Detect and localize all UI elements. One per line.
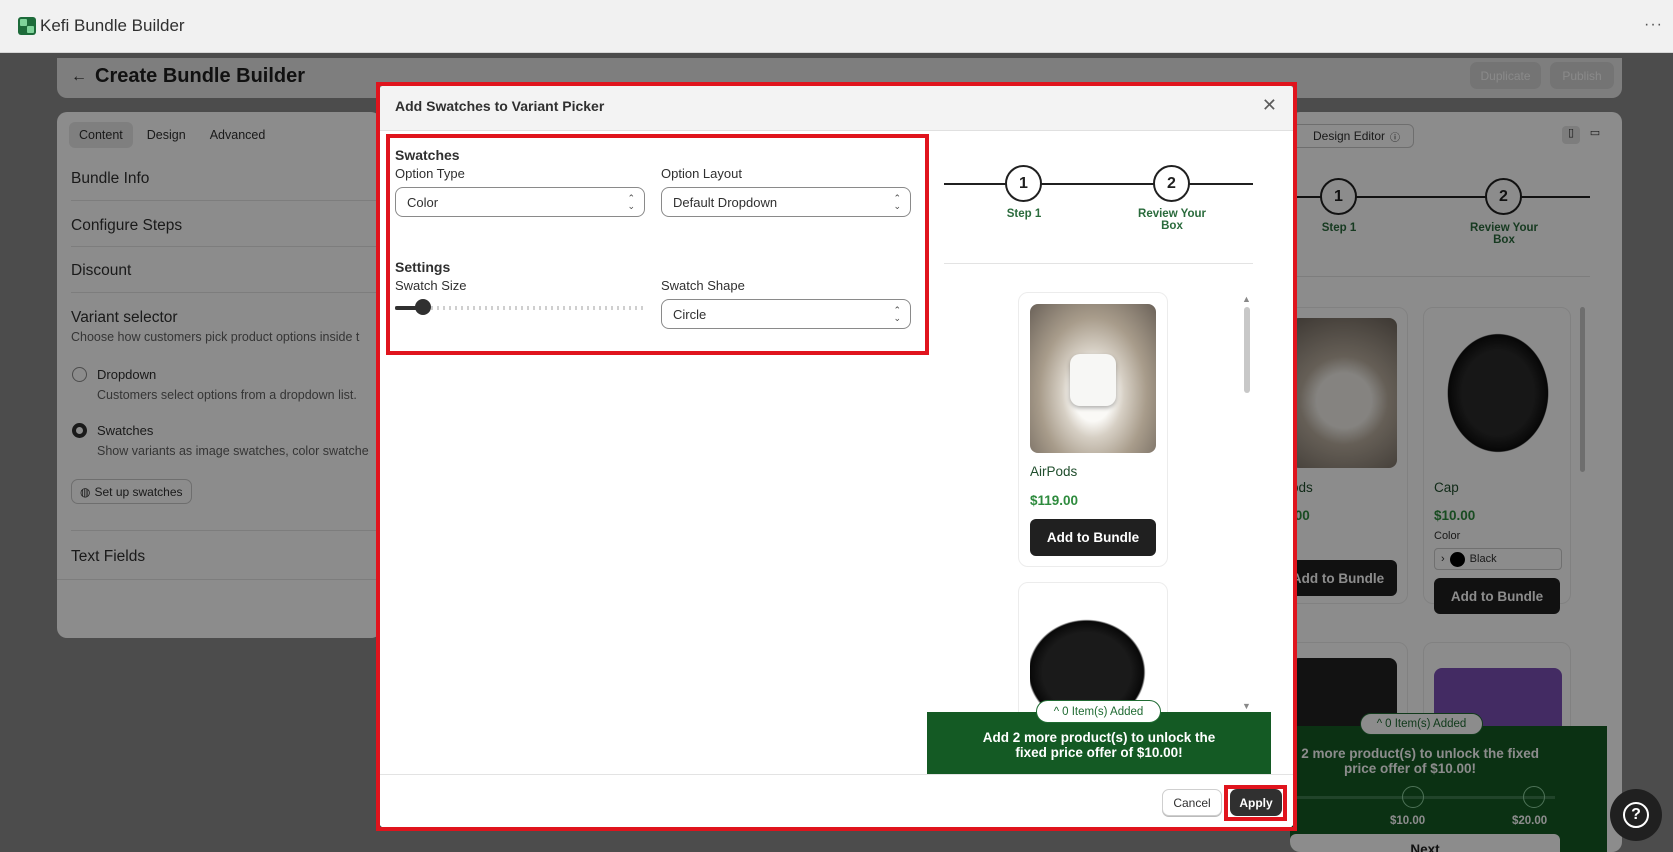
airpods-case-shape [1070, 354, 1116, 406]
swatch-size-slider-thumb[interactable] [415, 299, 431, 315]
swatches-heading: Swatches [395, 147, 460, 163]
swatches-modal: Add Swatches to Variant Picker ✕ Swatche… [378, 84, 1295, 829]
modal-product-name: AirPods [1030, 464, 1078, 479]
option-type-select[interactable]: Color ⌃ ⌄ [395, 187, 645, 217]
modal-title: Add Swatches to Variant Picker [395, 98, 605, 114]
question-icon: ? [1623, 802, 1649, 828]
modal-step-1-circle[interactable]: 1 [1005, 165, 1042, 202]
more-options-icon[interactable]: ··· [1644, 16, 1663, 34]
settings-heading: Settings [395, 259, 451, 275]
modal-items-added-pill[interactable]: ^ 0 Item(s) Added [1036, 700, 1161, 723]
chevron-up-icon: ^ [1053, 705, 1060, 718]
modal-footer [378, 774, 1295, 829]
modal-product-card: AirPods $119.00 Add to Bundle [1018, 292, 1168, 567]
scroll-up-icon[interactable]: ▲ [1242, 294, 1251, 304]
modal-header: Add Swatches to Variant Picker ✕ [378, 84, 1295, 131]
cancel-button[interactable]: Cancel [1162, 789, 1222, 816]
modal-step-1-label: Step 1 [1006, 208, 1042, 220]
app-title: Kefi Bundle Builder [40, 16, 185, 35]
app-logo-icon [18, 17, 36, 35]
option-layout-select[interactable]: Default Dropdown ⌃ ⌄ [661, 187, 911, 217]
select-chevron-icon: ⌃ ⌄ [627, 193, 635, 211]
close-icon[interactable]: ✕ [1262, 95, 1277, 116]
select-chevron-icon: ⌃ ⌄ [893, 193, 901, 211]
modal-banner-text: Add 2 more product(s) to unlock the fixe… [982, 730, 1216, 760]
modal-step-2-label: Review Your Box [1138, 208, 1206, 232]
scroll-down-icon[interactable]: ▼ [1242, 701, 1251, 711]
modal-step-2-circle[interactable]: 2 [1153, 165, 1190, 202]
modal-product-price: $119.00 [1030, 493, 1079, 508]
swatch-size-slider-track[interactable] [395, 306, 644, 310]
swatch-size-label: Swatch Size [395, 278, 467, 293]
modal-items-added-label: 0 Item(s) Added [1062, 705, 1144, 718]
swatch-shape-label: Swatch Shape [661, 278, 745, 293]
select-chevron-icon: ⌃ ⌄ [893, 305, 901, 323]
option-type-value: Color [407, 194, 439, 210]
airpods-image [1030, 304, 1156, 453]
option-layout-label: Option Layout [661, 166, 742, 181]
modal-preview-scrollbar[interactable] [1244, 307, 1250, 393]
option-type-label: Option Type [395, 166, 465, 181]
modal-add-to-bundle-button[interactable]: Add to Bundle [1030, 519, 1156, 556]
option-layout-value: Default Dropdown [673, 194, 778, 210]
app-topbar: Kefi Bundle Builder [0, 0, 1673, 53]
swatch-shape-value: Circle [673, 306, 707, 322]
swatch-shape-select[interactable]: Circle ⌃ ⌄ [661, 299, 911, 329]
help-button[interactable]: ? [1610, 789, 1662, 841]
apply-button[interactable]: Apply [1230, 789, 1282, 816]
